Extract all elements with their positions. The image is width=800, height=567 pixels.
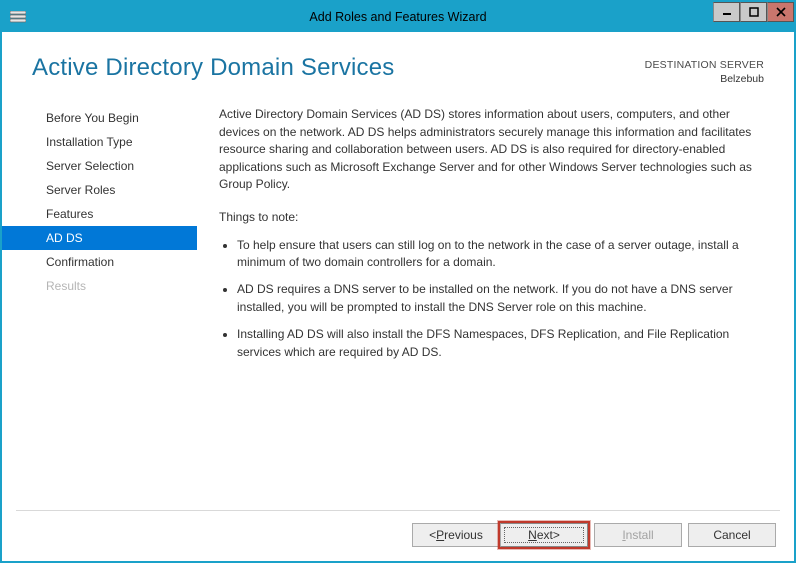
header-area: Active Directory Domain Services DESTINA… [2, 32, 794, 92]
install-rest: nstall [626, 528, 654, 542]
install-button: Install [594, 523, 682, 547]
step-results: Results [2, 274, 197, 298]
step-server-selection[interactable]: Server Selection [2, 154, 197, 178]
step-before-you-begin[interactable]: Before You Begin [2, 106, 197, 130]
page-title: Active Directory Domain Services [32, 54, 395, 82]
title-bar: Add Roles and Features Wizard [2, 2, 794, 32]
note-item: To help ensure that users can still log … [237, 237, 766, 272]
destination-server-label: DESTINATION SERVER [645, 58, 764, 72]
notes-list: To help ensure that users can still log … [219, 237, 766, 361]
next-button[interactable]: Next > [500, 523, 588, 547]
notes-title: Things to note: [219, 209, 766, 226]
body-area: Before You Begin Installation Type Serve… [2, 92, 794, 510]
maximize-button[interactable] [740, 2, 767, 22]
note-item: Installing AD DS will also install the D… [237, 326, 766, 361]
step-confirmation[interactable]: Confirmation [2, 250, 197, 274]
close-button[interactable] [767, 2, 794, 22]
next-rest: ext [537, 528, 553, 542]
next-button-suffix: > [553, 528, 560, 542]
previous-rest: revious [444, 528, 483, 542]
server-manager-icon [10, 11, 26, 23]
note-item: AD DS requires a DNS server to be instal… [237, 281, 766, 316]
window-title: Add Roles and Features Wizard [2, 10, 794, 24]
step-ad-ds[interactable]: AD DS [2, 226, 197, 250]
nav-button-group: < Previous Next > [412, 523, 588, 547]
step-features[interactable]: Features [2, 202, 197, 226]
main-content: Active Directory Domain Services (AD DS)… [197, 92, 794, 510]
step-installation-type[interactable]: Installation Type [2, 130, 197, 154]
previous-button-prefix: < [429, 528, 436, 542]
destination-server-name: Belzebub [645, 72, 764, 86]
client-area: Active Directory Domain Services DESTINA… [2, 32, 794, 561]
step-server-roles[interactable]: Server Roles [2, 178, 197, 202]
sidebar: Before You Begin Installation Type Serve… [2, 92, 197, 510]
minimize-button[interactable] [713, 2, 740, 22]
footer: < Previous Next > Install Cancel [16, 510, 780, 561]
intro-paragraph: Active Directory Domain Services (AD DS)… [219, 106, 766, 193]
previous-button[interactable]: < Previous [412, 523, 500, 547]
destination-server-block: DESTINATION SERVER Belzebub [645, 54, 764, 86]
cancel-button[interactable]: Cancel [688, 523, 776, 547]
wizard-window: Add Roles and Features Wizard Active Dir… [0, 0, 796, 563]
previous-mn: P [436, 528, 444, 542]
next-mn: N [528, 528, 537, 542]
window-controls [713, 2, 794, 22]
